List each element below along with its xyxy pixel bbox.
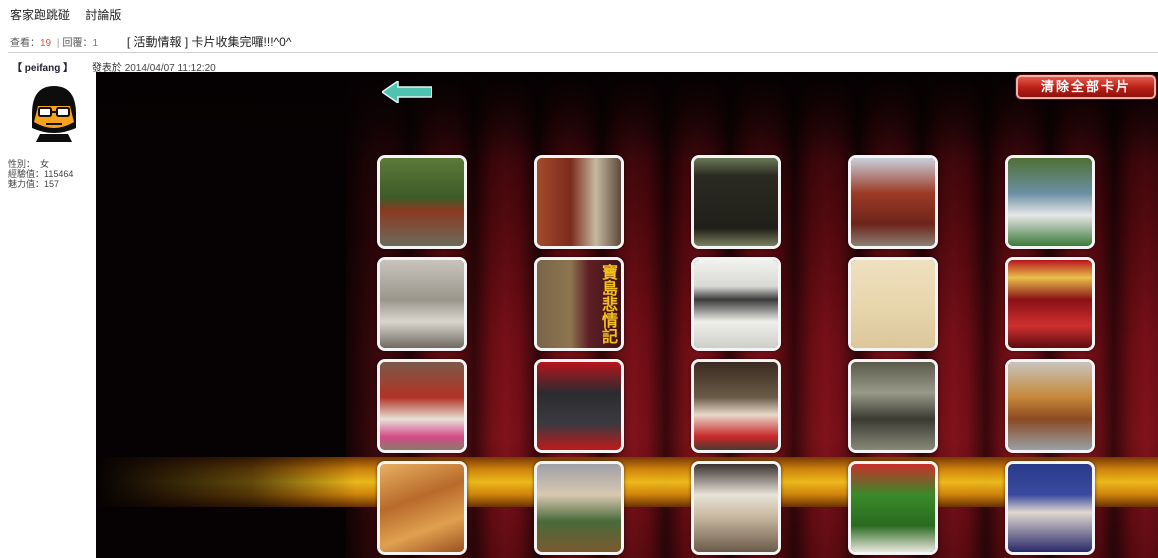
card-game-stage: 清除全部卡片 寶島悲情記 (96, 72, 1158, 558)
card-dish-stewed[interactable] (1005, 359, 1095, 453)
forum-section-link[interactable]: 討論版 (85, 8, 121, 22)
card-book-cover[interactable]: 寶島悲情記 (534, 257, 624, 351)
clear-all-cards-button[interactable]: 清除全部卡片 (1016, 75, 1156, 99)
thread-info-bar: 查看：19 | 回覆：1 [ 活動情報 ] 卡片收集完囉!!!^0^ (10, 33, 291, 50)
site-breadcrumb: 客家跑跳碰 討論版 (10, 6, 133, 23)
header-divider (8, 52, 1158, 53)
card-image (380, 260, 464, 348)
author-profile: 性別： 女 經驗值：115464 魅力值：157 (8, 80, 96, 189)
back-arrow-icon[interactable] (382, 81, 432, 103)
exp-label: 經驗值： (8, 169, 45, 179)
card-text: 寶島悲情記 (599, 264, 618, 344)
card-temple-plaques[interactable] (1005, 257, 1095, 351)
card-image (851, 362, 935, 450)
card-image (1008, 158, 1092, 246)
card-image (851, 464, 935, 552)
card-stone-tablet[interactable] (691, 155, 781, 249)
card-image (694, 260, 778, 348)
stat-exp: 經驗值：115464 (8, 169, 96, 179)
card-temple-hall[interactable] (848, 155, 938, 249)
post-author[interactable]: 【 peifang 】 (12, 63, 73, 74)
info-separator: | (56, 38, 60, 49)
gender-label: 性別： (8, 159, 36, 169)
card-fried-pastries[interactable] (377, 461, 467, 555)
card-image (537, 464, 621, 552)
thread-title: [ 活動情報 ] 卡片收集完囉!!!^0^ (126, 35, 292, 49)
card-image (694, 362, 778, 450)
card-temple-gate[interactable] (534, 155, 624, 249)
card-noodle-bowl[interactable] (691, 461, 781, 555)
card-image (380, 464, 464, 552)
card-lion-dance-figure[interactable] (1005, 155, 1095, 249)
card-shrine[interactable] (534, 359, 624, 453)
card-temple-trees[interactable] (377, 155, 467, 249)
stat-charm: 魅力值：157 (8, 179, 96, 189)
card-image (694, 464, 778, 552)
charm-label: 魅力值： (8, 179, 45, 189)
charm-value: 157 (44, 179, 60, 189)
stage-top-shadow (96, 72, 1158, 162)
gender-value: 女 (40, 159, 50, 169)
card-image (537, 362, 621, 450)
card-image (1008, 464, 1092, 552)
exp-value: 115464 (44, 169, 74, 179)
profile-stats: 性別： 女 經驗值：115464 魅力值：157 (8, 159, 96, 189)
card-pig-offering[interactable] (691, 359, 781, 453)
card-image (851, 260, 935, 348)
card-image (537, 158, 621, 246)
card-image (380, 362, 464, 450)
card-choir-performance[interactable] (1005, 461, 1095, 555)
card-kitchen-pots[interactable] (848, 359, 938, 453)
card-stone-sculpture[interactable] (377, 257, 467, 351)
card-altar-offerings[interactable] (377, 359, 467, 453)
card-portrait-page[interactable] (691, 257, 781, 351)
replies-count: 1 (92, 38, 99, 49)
card-image (380, 158, 464, 246)
card-old-paper[interactable] (848, 257, 938, 351)
card-greens-plate[interactable] (848, 461, 938, 555)
gold-trim-shadow (96, 457, 356, 507)
card-food-stall[interactable] (534, 461, 624, 555)
card-image (851, 158, 935, 246)
card-image (1008, 260, 1092, 348)
stat-gender: 性別： 女 (8, 159, 96, 169)
site-name-link[interactable]: 客家跑跳碰 (10, 8, 70, 22)
avatar[interactable] (24, 80, 84, 144)
views-count: 19 (40, 38, 52, 49)
replies-label: 回覆： (62, 38, 93, 49)
views-label: 查看： (10, 38, 40, 49)
card-image (694, 158, 778, 246)
card-image (1008, 362, 1092, 450)
